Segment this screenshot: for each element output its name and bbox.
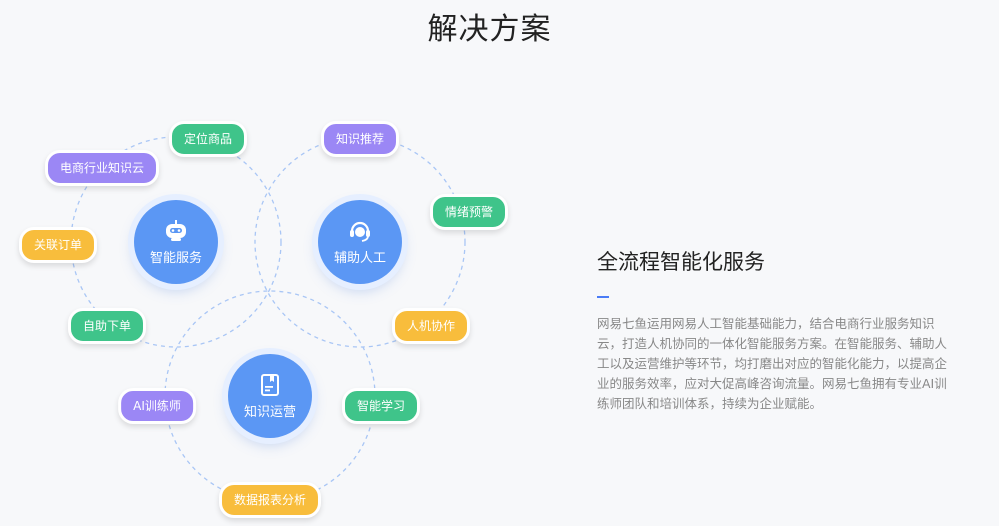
hub-label: 知识运营: [243, 404, 296, 420]
tag-ecommerce-cloud[interactable]: 电商行业知识云: [44, 150, 160, 186]
hub-knowledge-ops[interactable]: 知识运营: [228, 354, 312, 438]
robot-icon: [163, 219, 189, 243]
tag-emotion-warning[interactable]: 情绪预警: [429, 194, 509, 230]
tag-ai-trainer[interactable]: AI训练师: [118, 388, 196, 424]
hub-smart-service[interactable]: 智能服务: [134, 200, 218, 284]
tag-report-analysis[interactable]: 数据报表分析: [218, 482, 322, 518]
tag-human-machine[interactable]: 人机协作: [391, 308, 471, 344]
info-description: 网易七鱼运用网易人工智能基础能力，结合电商行业服务知识云，打造人机协同的一体化智…: [597, 316, 948, 411]
hub-assist-human[interactable]: 辅助人工: [318, 200, 402, 284]
hub-label: 辅助人工: [333, 250, 386, 266]
hub-label: 智能服务: [149, 250, 202, 266]
tag-smart-learning[interactable]: 智能学习: [341, 388, 421, 424]
info-title: 全流程智能化服务: [597, 250, 765, 274]
tag-knowledge-recommend[interactable]: 知识推荐: [320, 121, 400, 157]
tag-locate-product[interactable]: 定位商品: [168, 121, 248, 157]
title-underline: [597, 296, 609, 298]
tag-auto-order[interactable]: 自助下单: [67, 308, 147, 344]
info-panel: 全流程智能化服务 网易七鱼运用网易人工智能基础能力，结合电商行业服务知识云，打造…: [597, 246, 953, 414]
headset-agent-icon: [347, 219, 373, 243]
tag-related-order[interactable]: 关联订单: [18, 227, 98, 263]
book-icon: [257, 373, 283, 397]
